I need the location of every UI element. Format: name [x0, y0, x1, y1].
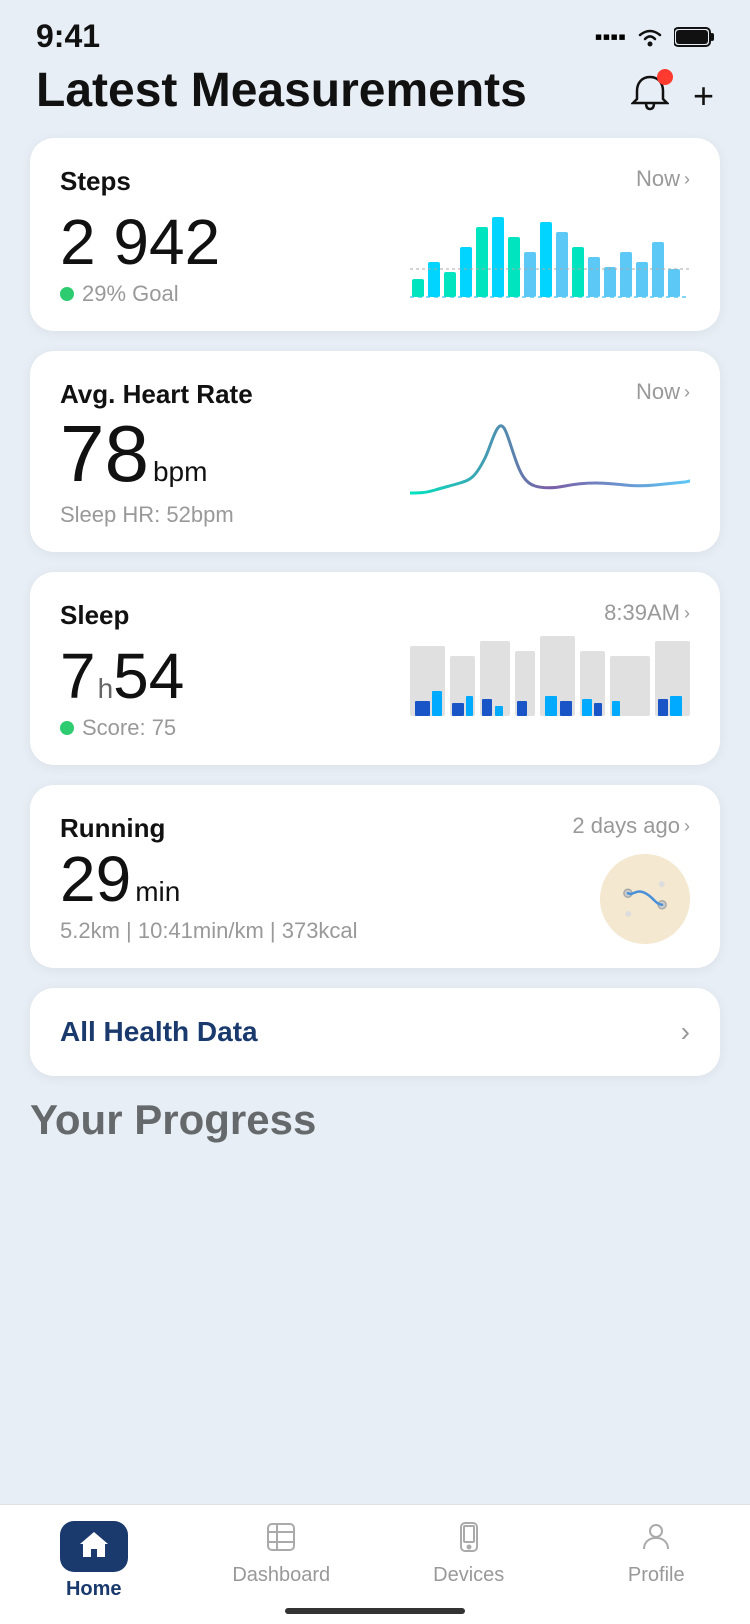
sleep-score: Score: 75: [60, 715, 410, 741]
hr-sub: Sleep HR: 52bpm: [60, 502, 410, 528]
sleep-hours: 7: [60, 641, 96, 711]
header: Latest Measurements +: [0, 65, 750, 138]
sleep-minutes: 54: [113, 641, 184, 711]
hr-chart: [410, 418, 690, 528]
wifi-icon: [636, 27, 664, 47]
status-icons: ▪▪▪▪: [595, 24, 714, 50]
steps-title: Steps: [60, 166, 131, 197]
sleep-card[interactable]: Sleep 8:39AM › 7 h 54 Score: 75: [30, 572, 720, 765]
hr-title: Avg. Heart Rate: [60, 379, 253, 410]
cards-container: Steps Now › 2 942 29% Goal: [0, 138, 750, 1076]
nav-devices[interactable]: Devices: [375, 1521, 563, 1587]
progress-title: Your Progress: [30, 1096, 720, 1151]
devices-icon: [453, 1521, 485, 1558]
nav-home-label: Home: [66, 1578, 122, 1601]
running-time: 2 days ago ›: [572, 813, 690, 839]
hr-time: Now ›: [636, 379, 690, 405]
all-health-chevron: ›: [681, 1016, 690, 1048]
progress-section: Your Progress: [0, 1076, 750, 1151]
hr-value: 78: [60, 410, 149, 498]
steps-goal: 29% Goal: [60, 281, 410, 307]
notification-badge: [657, 69, 673, 85]
nav-profile[interactable]: Profile: [563, 1521, 750, 1587]
nav-home[interactable]: Home: [0, 1521, 188, 1601]
heart-rate-card[interactable]: Avg. Heart Rate Now › 78 bpm Sleep HR: 5…: [30, 351, 720, 552]
dashboard-icon: [265, 1521, 297, 1558]
steps-card[interactable]: Steps Now › 2 942 29% Goal: [30, 138, 720, 331]
status-bar: 9:41 ▪▪▪▪: [0, 0, 750, 65]
status-time: 9:41: [36, 18, 100, 55]
steps-value: 2 942: [60, 207, 410, 277]
header-actions: +: [631, 73, 714, 118]
nav-devices-label: Devices: [433, 1564, 504, 1587]
home-icon: [60, 1521, 128, 1572]
hr-unit: bpm: [153, 456, 207, 488]
home-indicator: [285, 1608, 465, 1614]
nav-dashboard[interactable]: Dashboard: [188, 1521, 376, 1587]
steps-chart: [410, 197, 690, 307]
all-health-data-card[interactable]: All Health Data ›: [30, 988, 720, 1076]
notification-button[interactable]: [631, 73, 669, 118]
add-button[interactable]: +: [693, 78, 714, 114]
profile-icon: [640, 1521, 672, 1558]
battery-icon: [674, 26, 714, 48]
running-map-icon: [590, 844, 700, 954]
bottom-nav: Home Dashboard Devices: [0, 1504, 750, 1624]
steps-goal-dot: [60, 287, 74, 301]
running-unit: min: [135, 876, 180, 908]
nav-profile-label: Profile: [628, 1564, 685, 1587]
all-health-label: All Health Data: [60, 1016, 258, 1048]
sleep-score-dot: [60, 721, 74, 735]
running-card[interactable]: Running 2 days ago › 29 min 5.2km | 10:4…: [30, 785, 720, 968]
running-details: 5.2km | 10:41min/km | 373kcal: [60, 918, 600, 944]
signal-icon: ▪▪▪▪: [595, 24, 626, 50]
sleep-title: Sleep: [60, 600, 129, 631]
nav-dashboard-label: Dashboard: [232, 1564, 330, 1587]
steps-time: Now ›: [636, 166, 690, 192]
running-title: Running: [60, 813, 165, 844]
sleep-chart: [410, 631, 690, 741]
sleep-time: 8:39AM ›: [604, 600, 690, 626]
running-value: 29: [60, 844, 131, 914]
page-title: Latest Measurements: [36, 65, 527, 118]
